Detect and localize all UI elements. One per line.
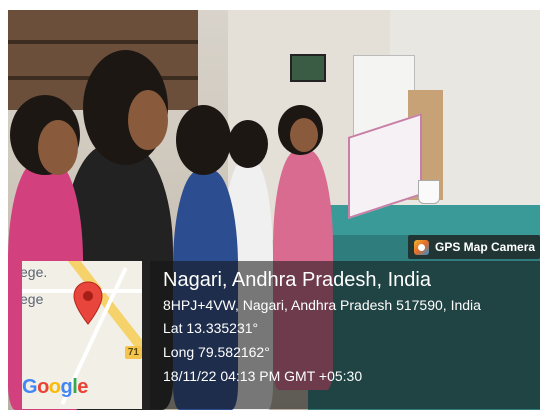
photo-head xyxy=(228,120,268,168)
map-place-label: ege xyxy=(22,291,44,307)
shelf-divider xyxy=(8,40,198,44)
location-latitude: Lat 13.335231° xyxy=(163,320,259,336)
photo-wall-frame xyxy=(290,54,326,82)
photo-cup xyxy=(418,180,440,204)
location-longitude: Long 79.582162° xyxy=(163,344,270,360)
gps-badge-label: GPS Map Camera xyxy=(435,240,536,254)
photo-face xyxy=(128,90,168,150)
photo-head xyxy=(176,105,231,175)
location-title: Nagari, Andhra Pradesh, India xyxy=(163,269,431,291)
location-info-panel: Nagari, Andhra Pradesh, India 8HPJ+4VW, … xyxy=(150,261,540,409)
google-logo-letter: e xyxy=(77,376,88,398)
camera-icon xyxy=(414,239,429,255)
location-pin-icon xyxy=(73,281,103,325)
google-logo-letter: o xyxy=(37,376,49,398)
photo-table-cloth xyxy=(308,205,540,235)
google-logo: Google xyxy=(22,376,88,399)
location-address: 8HPJ+4VW, Nagari, Andhra Pradesh 517590,… xyxy=(163,297,481,313)
google-logo-letter: g xyxy=(60,376,73,398)
photo-face xyxy=(38,120,78,175)
google-logo-letter: G xyxy=(22,376,38,398)
google-logo-letter: o xyxy=(48,376,61,398)
map-place-label: ege. xyxy=(22,264,48,280)
gps-map-camera-badge: GPS Map Camera xyxy=(408,235,540,259)
map-road-shield: 71 xyxy=(124,346,142,359)
map-thumbnail[interactable]: ege. ege 71 Google xyxy=(22,261,142,409)
location-timestamp: 18/11/22 04:13 PM GMT +05:30 xyxy=(163,368,363,384)
photo-face xyxy=(290,118,318,152)
